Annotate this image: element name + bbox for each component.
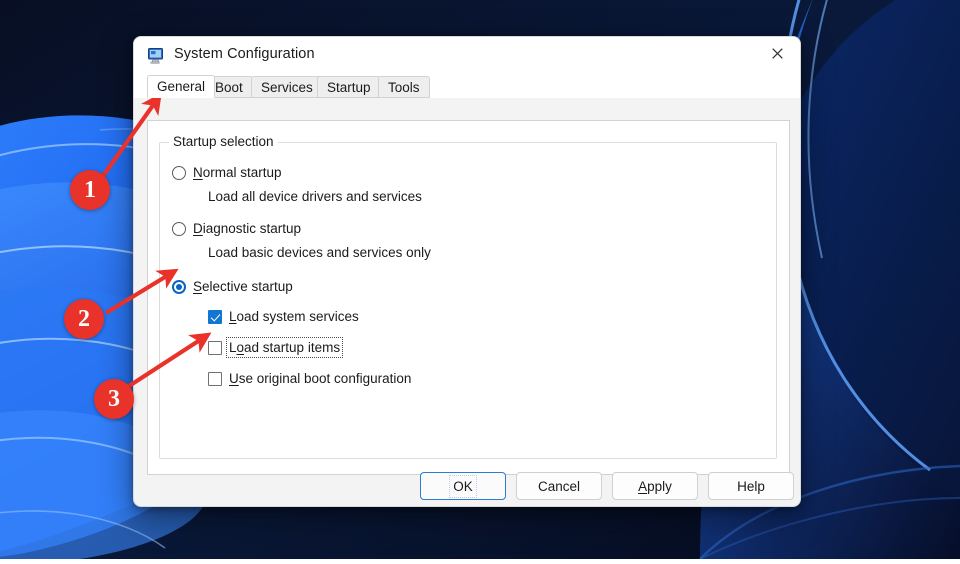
- cancel-button[interactable]: Cancel: [516, 472, 602, 500]
- computer-icon: [148, 48, 165, 64]
- diagnostic-startup-text: iagnostic startup: [203, 221, 301, 236]
- accel-u: U: [229, 371, 239, 386]
- checkbox-indicator-load-startup-items: [208, 341, 222, 355]
- apply-button[interactable]: Apply: [612, 472, 698, 500]
- tab-tools[interactable]: Tools: [378, 76, 430, 98]
- tab-startup[interactable]: Startup: [317, 76, 381, 98]
- startup-selection-legend: Startup selection: [169, 134, 278, 149]
- close-x-glyph: [772, 48, 783, 59]
- accel-d: D: [193, 221, 203, 236]
- tab-tools-label: Tools: [388, 80, 420, 95]
- radio-indicator-normal: [172, 166, 186, 180]
- selective-startup-text: elective startup: [202, 279, 293, 294]
- accel-n: N: [193, 165, 203, 180]
- close-icon[interactable]: [754, 37, 800, 69]
- load-startup-items-checkbox[interactable]: Load startup items: [208, 340, 340, 355]
- diagnostic-startup-radio[interactable]: Diagnostic startup: [172, 221, 301, 236]
- diagnostic-startup-label: Diagnostic startup: [193, 221, 301, 236]
- ok-button-label: OK: [453, 479, 473, 494]
- help-button[interactable]: Help: [708, 472, 794, 500]
- tab-strip: General Boot Services Startup Tools: [134, 76, 800, 98]
- accel-s: S: [193, 279, 202, 294]
- load-startup-items-text-post: ad startup items: [244, 340, 340, 355]
- selective-startup-label: Selective startup: [193, 279, 293, 294]
- accel-l: L: [229, 309, 237, 324]
- apply-button-text: pply: [647, 479, 672, 494]
- apply-button-label: Apply: [638, 479, 672, 494]
- checkbox-indicator-use-original-boot: [208, 372, 222, 386]
- accel-o: o: [237, 340, 245, 355]
- cancel-button-label: Cancel: [538, 479, 580, 494]
- normal-startup-radio[interactable]: Normal startup: [172, 165, 282, 180]
- normal-startup-text: ormal startup: [203, 165, 282, 180]
- tab-general[interactable]: General: [147, 75, 215, 98]
- ok-button[interactable]: OK: [420, 472, 506, 500]
- window-title: System Configuration: [174, 46, 315, 62]
- radio-indicator-diagnostic: [172, 222, 186, 236]
- use-original-boot-configuration-text: se original boot configuration: [239, 371, 412, 386]
- tab-general-label: General: [157, 79, 205, 94]
- normal-startup-description: Load all device drivers and services: [208, 189, 422, 204]
- tab-services[interactable]: Services: [251, 76, 323, 98]
- system-configuration-dialog: System Configuration General Boot Servic…: [133, 36, 801, 507]
- checkbox-indicator-load-system-services: [208, 310, 222, 324]
- radio-indicator-selective: [172, 280, 186, 294]
- tab-startup-label: Startup: [327, 80, 371, 95]
- load-startup-items-label: Load startup items: [229, 340, 340, 355]
- load-startup-items-text-pre: L: [229, 340, 237, 355]
- title-bar: System Configuration: [134, 37, 800, 76]
- accel-a: A: [638, 479, 647, 494]
- startup-selection-groupbox: Startup selection Normal startup Load al…: [159, 142, 777, 459]
- use-original-boot-configuration-label: Use original boot configuration: [229, 371, 411, 386]
- diagnostic-startup-description: Load basic devices and services only: [208, 245, 431, 260]
- use-original-boot-configuration-checkbox[interactable]: Use original boot configuration: [208, 371, 411, 386]
- help-button-label: Help: [737, 479, 765, 494]
- selective-startup-radio[interactable]: Selective startup: [172, 279, 293, 294]
- normal-startup-label: Normal startup: [193, 165, 282, 180]
- load-system-services-checkbox[interactable]: Load system services: [208, 309, 359, 324]
- tab-services-label: Services: [261, 80, 313, 95]
- tab-content-panel: Startup selection Normal startup Load al…: [147, 120, 790, 475]
- load-system-services-label: Load system services: [229, 309, 359, 324]
- tab-boot-label: Boot: [215, 80, 243, 95]
- load-system-services-text: oad system services: [237, 309, 359, 324]
